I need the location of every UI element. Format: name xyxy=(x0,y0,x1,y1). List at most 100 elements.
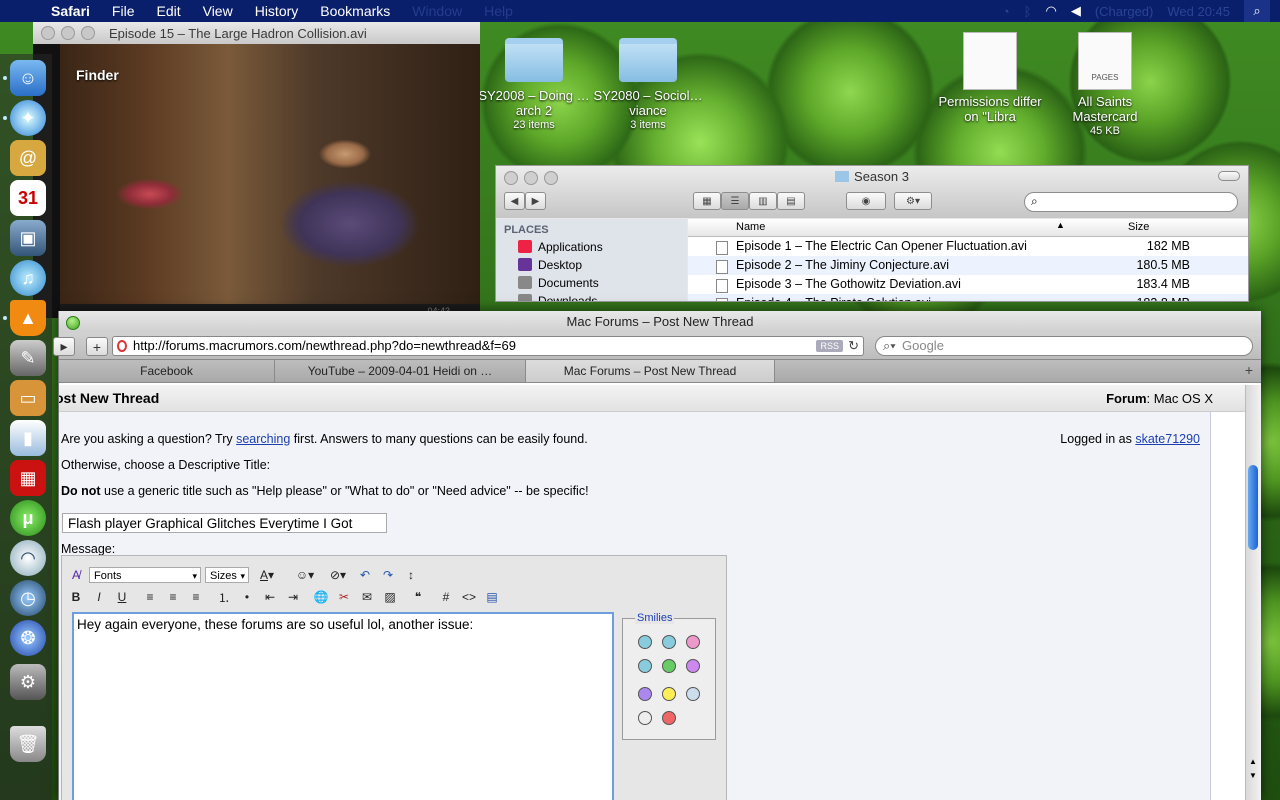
list-view-button[interactable]: ☰ xyxy=(721,192,749,210)
video-frame[interactable] xyxy=(60,44,480,312)
happy-smiley-icon[interactable] xyxy=(662,687,676,701)
video-titlebar[interactable]: Episode 15 – The Large Hadron Collision.… xyxy=(33,22,480,44)
utorrent-icon[interactable]: μ xyxy=(10,500,46,536)
php-code-icon[interactable]: ▤ xyxy=(483,589,501,605)
sidebar-item-downloads[interactable]: Downloads xyxy=(496,290,687,301)
ordered-list-icon[interactable]: ⒈ xyxy=(215,589,233,605)
menu-bookmarks[interactable]: Bookmarks xyxy=(309,0,401,22)
smiley-menu-icon[interactable]: ☺▾ xyxy=(290,567,320,583)
file-row[interactable]: Episode 2 – The Jiminy Conjecture.avi 180… xyxy=(688,256,1248,275)
close-button[interactable] xyxy=(41,26,55,40)
finder-titlebar[interactable]: Season 3 ◀ ▶ ▦ ☰ ▥ ▤ ◉ ⚙▾ ⌕ xyxy=(496,166,1248,218)
file-row[interactable]: Episode 1 – The Electric Can Opener Fluc… xyxy=(688,237,1248,256)
sidebar-item-documents[interactable]: Documents xyxy=(496,272,687,290)
finder-window[interactable]: Season 3 ◀ ▶ ▦ ☰ ▥ ▤ ◉ ⚙▾ ⌕ PLACES Appli… xyxy=(495,165,1249,302)
size-select[interactable]: Sizes xyxy=(205,567,249,584)
undo-icon[interactable]: ↶ xyxy=(356,567,374,583)
align-center-icon[interactable]: ≡ xyxy=(164,589,182,605)
safari-window[interactable]: Mac Forums – Post New Thread ▸ + http://… xyxy=(53,311,1261,800)
thread-title-input[interactable]: Flash player Graphical Glitches Everytim… xyxy=(62,513,387,533)
align-right-icon[interactable]: ≡ xyxy=(187,589,205,605)
underline-icon[interactable]: U xyxy=(113,589,131,605)
menu-history[interactable]: History xyxy=(244,0,310,22)
menu-view[interactable]: View xyxy=(192,0,244,22)
frown-smiley-icon[interactable] xyxy=(662,711,676,725)
column-name[interactable]: Name xyxy=(736,221,765,233)
tongue-smiley-icon[interactable] xyxy=(686,635,700,649)
apple-menu[interactable] xyxy=(0,0,40,22)
text-color-icon[interactable]: A ▾ xyxy=(254,567,280,583)
searching-link[interactable]: searching xyxy=(236,432,290,446)
time-machine-icon[interactable]: ◔ xyxy=(1002,4,1010,19)
back-button[interactable]: ◀ xyxy=(504,192,525,210)
desktop-file-mastercard[interactable]: PAGES All Saints Mastercard 45 KB xyxy=(1045,32,1165,139)
outdent-icon[interactable]: ⇤ xyxy=(261,589,279,605)
username-link[interactable]: skate71290 xyxy=(1135,432,1200,446)
bold-icon[interactable]: B xyxy=(67,589,85,605)
file-row[interactable]: Episode 4 – The Pirate Solution.avi183.8… xyxy=(688,294,1248,301)
menu-file[interactable]: File xyxy=(101,0,146,22)
italic-icon[interactable]: I xyxy=(90,589,108,605)
zoom-button[interactable] xyxy=(66,316,80,330)
preview-icon[interactable]: ▭ xyxy=(10,380,46,416)
quote-icon[interactable]: ❝ xyxy=(409,589,427,605)
coverflow-button[interactable]: ▤ xyxy=(777,192,805,210)
zoom-button[interactable] xyxy=(81,26,95,40)
wifi-icon[interactable]: ◠ xyxy=(1045,3,1056,19)
safari-icon[interactable]: ✦ xyxy=(10,100,46,136)
system-preferences-icon[interactable]: ❂ xyxy=(10,620,46,656)
menu-window[interactable]: Window xyxy=(401,0,473,22)
mad-smiley-icon[interactable] xyxy=(638,687,652,701)
desktop-folder-sy2008[interactable]: SY2008 – Doing …arch 2 23 items xyxy=(474,38,594,133)
scrollbar-thumb[interactable] xyxy=(1248,465,1258,550)
sidebar-item-desktop[interactable]: Desktop xyxy=(496,254,687,272)
eek-smiley-icon[interactable] xyxy=(638,711,652,725)
add-bookmark-button[interactable]: + xyxy=(86,337,108,356)
reload-icon[interactable]: ↻ xyxy=(848,337,859,355)
photo-booth-icon[interactable]: ▦ xyxy=(10,460,46,496)
iphoto-icon[interactable]: ▣ xyxy=(10,220,46,256)
spotlight-icon[interactable]: ⌕ xyxy=(1244,0,1270,22)
font-select[interactable]: Fonts xyxy=(89,567,201,584)
confused-smiley-icon[interactable] xyxy=(686,687,700,701)
unordered-list-icon[interactable]: • xyxy=(238,589,256,605)
insert-link-icon[interactable]: 🌐 xyxy=(312,589,330,605)
clock[interactable]: Wed 20:45 xyxy=(1167,4,1230,19)
bluetooth-icon[interactable]: ᛒ xyxy=(1024,4,1032,19)
xcode-icon[interactable]: ✎ xyxy=(10,340,46,376)
quicklook-button[interactable]: ◉ xyxy=(846,192,886,210)
smiley-icon[interactable] xyxy=(638,635,652,649)
menu-safari[interactable]: Safari xyxy=(40,0,101,22)
tab-youtube[interactable]: YouTube – 2009-04-01 Heidi on … xyxy=(275,360,526,382)
tab-mac-forums[interactable]: Mac Forums – Post New Thread xyxy=(526,360,775,382)
time-machine-icon[interactable]: ◷ xyxy=(10,580,46,616)
settings-gear-icon[interactable]: ⚙ xyxy=(10,664,46,700)
itunes-icon[interactable]: ♫ xyxy=(10,260,46,296)
action-gear-icon[interactable]: ⚙▾ xyxy=(894,192,932,210)
finder-file-list[interactable]: Name ▲ Size Episode 1 – The Electric Can… xyxy=(688,219,1248,301)
column-view-button[interactable]: ▥ xyxy=(749,192,777,210)
cool-smiley-icon[interactable] xyxy=(662,635,676,649)
numbers-icon[interactable]: ▮ xyxy=(10,420,46,456)
resize-icon[interactable]: ↕ xyxy=(402,567,420,583)
trash-icon[interactable]: 🗑 xyxy=(10,726,46,762)
toolbar-toggle-button[interactable] xyxy=(1218,171,1240,181)
icon-view-button[interactable]: ▦ xyxy=(693,192,721,210)
indent-icon[interactable]: ⇥ xyxy=(284,589,302,605)
insert-email-icon[interactable]: ✉ xyxy=(358,589,376,605)
desktop-folder-sy2080[interactable]: SY2080 – Sociol…viance 3 items xyxy=(588,38,708,133)
mail-icon[interactable]: @ xyxy=(10,140,46,176)
ical-icon[interactable]: 31 xyxy=(10,180,46,216)
code-hash-icon[interactable]: # xyxy=(437,589,455,605)
forward-button[interactable]: ▶ xyxy=(525,192,546,210)
insert-image-icon[interactable]: ▨ xyxy=(381,589,399,605)
html-code-icon[interactable]: <> xyxy=(460,589,478,605)
wifi-icon[interactable]: ◠ xyxy=(10,540,46,576)
laugh-smiley-icon[interactable] xyxy=(686,659,700,673)
scroll-down-arrow-icon[interactable]: ▼ xyxy=(1249,771,1257,780)
finder-search-input[interactable]: ⌕ xyxy=(1024,192,1238,212)
remove-link-icon[interactable]: ✂ xyxy=(335,589,353,605)
message-textarea[interactable]: Hey again everyone, these forums are so … xyxy=(72,612,614,800)
scroll-up-arrow-icon[interactable]: ▲ xyxy=(1249,757,1257,766)
battery-status[interactable]: (Charged) xyxy=(1095,4,1154,19)
